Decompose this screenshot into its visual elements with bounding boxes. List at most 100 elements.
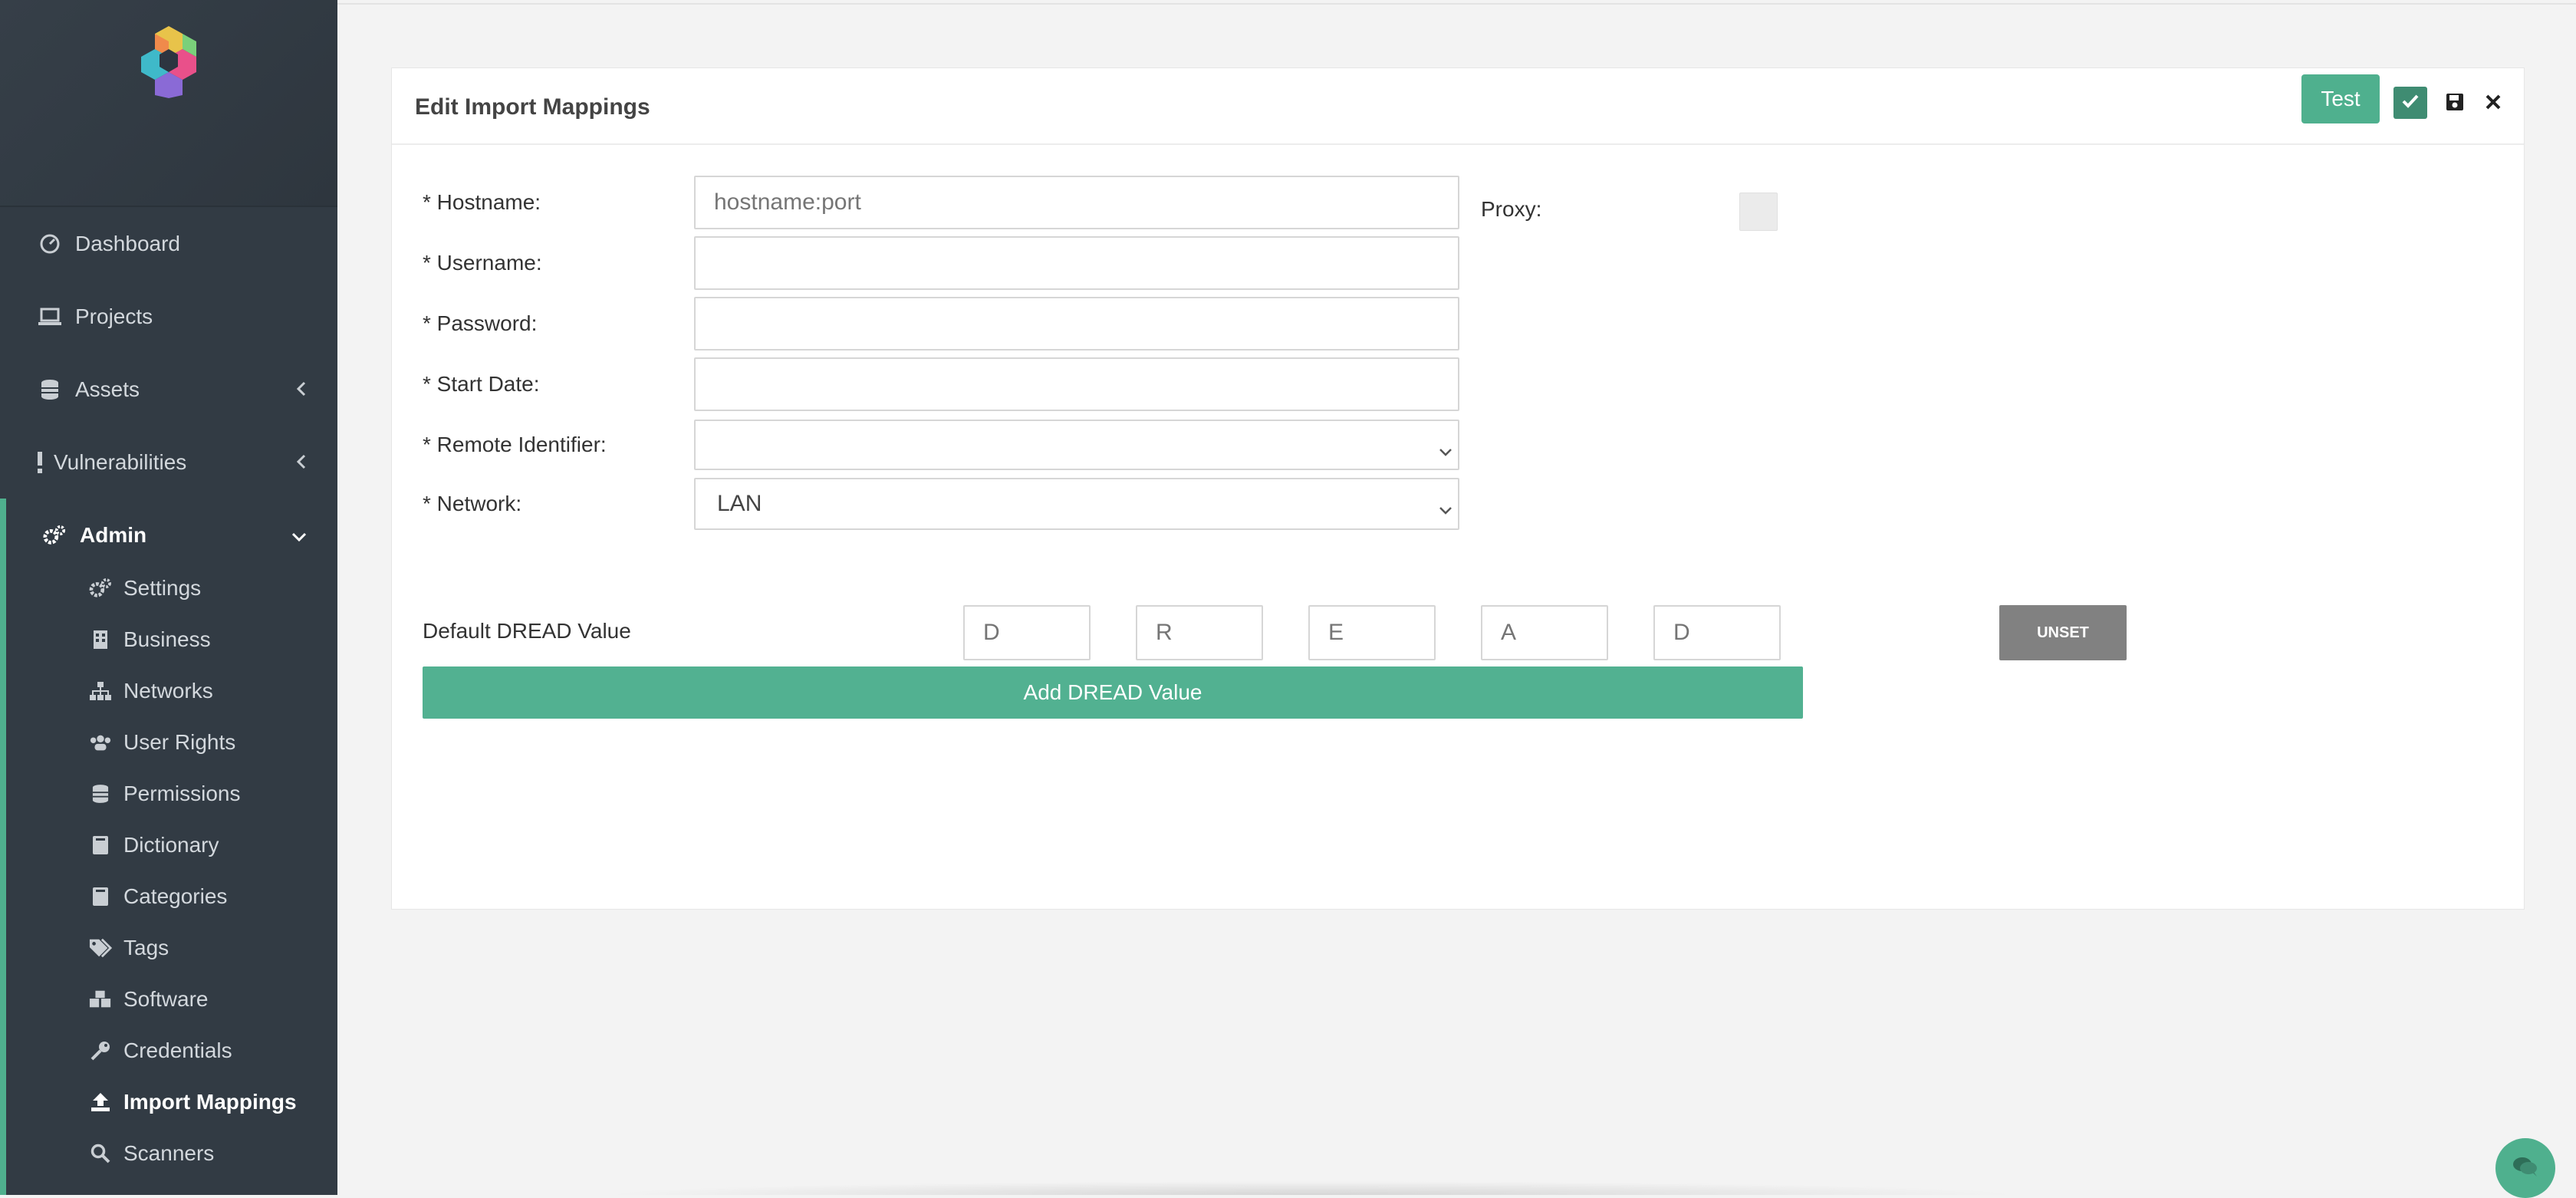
sidebar-subitem-label: Credentials: [123, 1038, 232, 1062]
chevron-left-icon: [296, 377, 307, 402]
chat-button[interactable]: [2495, 1138, 2555, 1198]
sidebar-subitem-label: Tags: [123, 935, 169, 959]
chevron-left-icon: [296, 450, 307, 475]
save-button[interactable]: [2441, 90, 2469, 117]
sidebar-subitem-business[interactable]: Business: [6, 614, 337, 665]
hostname-input[interactable]: [694, 176, 1459, 229]
sidebar-item-assets[interactable]: Assets: [0, 353, 337, 426]
tags-icon: [89, 936, 112, 959]
card-header: Edit Import Mappings Test: [392, 68, 2524, 145]
search-icon: [89, 1142, 112, 1165]
page-title: Edit Import Mappings: [415, 94, 650, 120]
sidebar-subitem-label: Software: [123, 986, 209, 1011]
username-label: * Username:: [423, 251, 542, 275]
sidebar-subitem-label: Categories: [123, 884, 228, 908]
sidebar-subitem-networks[interactable]: Networks: [6, 665, 337, 716]
edit-import-mappings-card: Edit Import Mappings Test * Hostname: * …: [391, 67, 2525, 910]
dread-label: Default DREAD Value: [423, 619, 631, 643]
sidebar-subitem-label: User Rights: [123, 729, 236, 754]
sidebar-item-projects[interactable]: Projects: [0, 280, 337, 353]
users-icon: [89, 731, 112, 754]
remote-identifier-label: * Remote Identifier:: [423, 433, 607, 456]
dread-discoverability-input[interactable]: [1653, 605, 1781, 660]
sidebar-subitem-label: Settings: [123, 575, 202, 600]
dread-reproducibility-input[interactable]: [1136, 605, 1263, 660]
sidebar-subitem-tags[interactable]: Tags: [6, 922, 337, 973]
sidebar-subitem-permissions[interactable]: Permissions: [6, 768, 337, 819]
sidebar-subitem-label: Import Mappings: [123, 1089, 297, 1114]
username-row: * Username:: [423, 236, 1459, 290]
start-date-label: * Start Date:: [423, 372, 540, 396]
network-select[interactable]: LAN: [694, 478, 1459, 530]
sidebar-subitem-label: Scanners: [123, 1140, 215, 1165]
check-icon: [2401, 94, 2420, 113]
sidebar-subitem-label: Business: [123, 627, 211, 651]
sidebar-item-vulnerabilities[interactable]: Vulnerabilities: [0, 426, 337, 499]
sidebar-item-label: Assets: [75, 377, 140, 401]
hostname-label: * Hostname:: [423, 190, 541, 214]
dashboard-icon: [38, 232, 61, 255]
sidebar-item-dashboard[interactable]: Dashboard: [0, 207, 337, 280]
chevron-down-icon: [291, 523, 307, 548]
book-icon: [89, 834, 112, 857]
close-icon: [2484, 93, 2502, 115]
network-row: * Network: LAN: [423, 477, 1459, 531]
main-nav: Dashboard Projects Assets Vulnerabilitie…: [0, 207, 337, 499]
password-row: * Password:: [423, 297, 1459, 351]
building-icon: [89, 628, 112, 651]
confirm-button[interactable]: [2393, 87, 2427, 119]
password-input[interactable]: [694, 297, 1459, 351]
cogs-icon: [89, 577, 112, 600]
sidebar-item-admin[interactable]: Admin: [6, 499, 337, 571]
sidebar-subitem-import-mappings[interactable]: Import Mappings: [6, 1076, 337, 1127]
sidebar-subitem-credentials[interactable]: Credentials: [6, 1025, 337, 1076]
sidebar-subitem-categories[interactable]: Categories: [6, 871, 337, 922]
sidebar-item-label: Vulnerabilities: [54, 449, 187, 474]
proxy-checkbox[interactable]: [1739, 193, 1778, 231]
sitemap-icon: [89, 680, 112, 703]
chevron-down-icon: [1438, 496, 1453, 522]
test-button[interactable]: Test: [2301, 74, 2380, 123]
chevron-down-icon: [1438, 438, 1453, 464]
logo-area: [0, 0, 337, 207]
top-bar: [337, 0, 2576, 5]
add-dread-value-button[interactable]: Add DREAD Value: [423, 666, 1803, 719]
chat-icon: [2512, 1155, 2539, 1182]
book-icon: [89, 885, 112, 908]
save-icon: [2445, 92, 2465, 116]
sidebar-subitem-scanners[interactable]: Scanners: [6, 1127, 337, 1179]
database-icon: [38, 378, 61, 401]
password-label: * Password:: [423, 311, 538, 335]
proxy-label: Proxy:: [1481, 197, 1542, 221]
remote-identifier-row: * Remote Identifier:: [423, 418, 1459, 472]
sidebar-subitem-label: Networks: [123, 678, 213, 703]
sidebar-subitem-settings[interactable]: Settings: [6, 562, 337, 614]
cogs-icon: [43, 524, 66, 547]
sidebar-subitem-dictionary[interactable]: Dictionary: [6, 819, 337, 871]
network-value: LAN: [717, 491, 762, 516]
app-logo[interactable]: [130, 23, 207, 100]
bottom-shadow: [598, 1181, 2025, 1195]
network-label: * Network:: [423, 492, 522, 515]
sidebar-subitem-label: Dictionary: [123, 832, 219, 857]
sidebar-subitem-software[interactable]: Software: [6, 973, 337, 1025]
key-icon: [89, 1039, 112, 1062]
sidebar-item-label: Dashboard: [75, 231, 180, 255]
dread-exploitability-input[interactable]: [1308, 605, 1436, 660]
username-input[interactable]: [694, 236, 1459, 290]
admin-nav-group: Admin Settings Business Networks User Ri…: [0, 499, 337, 1195]
sidebar-subitem-user-rights[interactable]: User Rights: [6, 716, 337, 768]
laptop-icon: [38, 305, 61, 328]
start-date-input[interactable]: [694, 357, 1459, 411]
dread-damage-input[interactable]: [963, 605, 1091, 660]
remote-identifier-select[interactable]: [694, 420, 1459, 470]
dread-affected-users-input[interactable]: [1481, 605, 1608, 660]
hostname-row: * Hostname:: [423, 176, 1459, 229]
cubes-icon: [89, 988, 112, 1011]
start-date-row: * Start Date:: [423, 357, 1459, 411]
sidebar: Dashboard Projects Assets Vulnerabilitie…: [0, 0, 337, 1195]
exclamation-icon: [35, 451, 44, 474]
upload-icon: [89, 1091, 112, 1114]
unset-button[interactable]: UNSET: [1999, 605, 2127, 660]
close-button[interactable]: [2479, 90, 2507, 117]
